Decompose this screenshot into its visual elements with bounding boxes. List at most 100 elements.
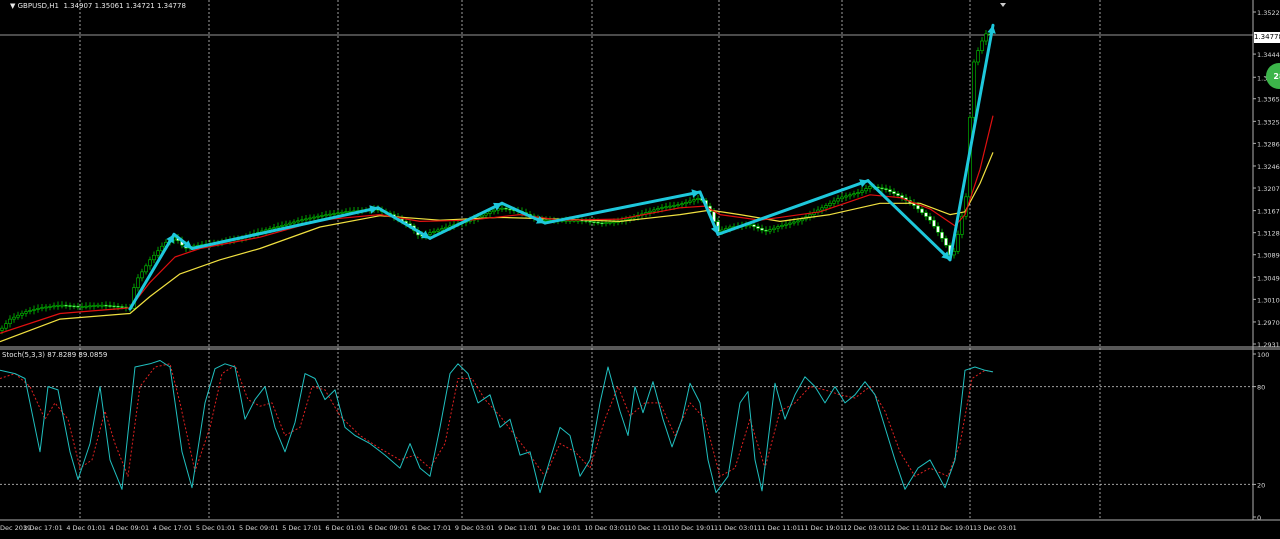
stoch-tick-label: 20	[1257, 481, 1265, 489]
candle-body	[144, 265, 148, 273]
candle-body	[48, 306, 52, 308]
y-tick-label: 1.30100	[1257, 296, 1280, 304]
candle-body	[920, 208, 924, 213]
candle-body	[768, 229, 772, 232]
symbol-label: GBPUSD,H1	[17, 2, 59, 10]
candle-body	[104, 304, 108, 307]
candle-body	[672, 205, 676, 207]
candle-body	[492, 209, 496, 213]
candle-body	[500, 207, 504, 210]
x-tick-label: 5 Dec 17:01	[282, 524, 322, 532]
candle-body	[344, 211, 348, 213]
candle-body	[4, 323, 8, 329]
candle-body	[984, 33, 988, 42]
candle-body	[612, 221, 616, 224]
candle-body	[600, 222, 604, 225]
candle-body	[56, 304, 60, 307]
chart-header-symbol: ▼ GBPUSD,H1 1.34907 1.35061 1.34721 1.34…	[10, 2, 186, 10]
x-tick-label: 6 Dec 01:01	[325, 524, 365, 532]
candle-body	[100, 304, 104, 307]
candle-body	[60, 304, 64, 307]
candle-body	[316, 215, 320, 218]
candle-body	[312, 216, 316, 219]
candle-body	[300, 219, 304, 222]
candle-body	[928, 216, 932, 221]
candle-body	[980, 40, 984, 51]
candle-body	[856, 192, 860, 194]
candle-body	[120, 306, 124, 308]
candle-body	[628, 217, 632, 220]
candle-body	[896, 193, 900, 196]
candle-body	[16, 314, 20, 318]
candle-body	[688, 200, 692, 203]
candle-body	[764, 229, 768, 232]
candle-body	[592, 221, 596, 223]
candle-body	[96, 304, 100, 307]
y-tick-label: 1.32460	[1257, 163, 1280, 171]
candle-body	[72, 305, 76, 308]
candle-body	[148, 259, 152, 267]
candle-body	[668, 205, 672, 208]
candle-body	[888, 189, 892, 192]
y-tick-label: 1.33650	[1257, 96, 1280, 104]
x-tick-label: 9 Dec 11:01	[498, 524, 538, 532]
x-tick-label: 10 Dec 11:01	[628, 524, 672, 532]
candle-body	[940, 231, 944, 239]
x-tick-label: 13 Dec 03:01	[973, 524, 1017, 532]
candle-body	[484, 213, 488, 216]
candle-body	[604, 222, 608, 224]
candle-body	[588, 220, 592, 223]
candle-body	[844, 195, 848, 198]
y-tick-label: 1.35220	[1257, 9, 1280, 17]
candle-body	[440, 228, 444, 231]
candle-body	[840, 196, 844, 200]
candle-body	[84, 305, 88, 308]
candle-body	[916, 205, 920, 210]
ma-yellow-line	[0, 152, 994, 343]
candle-body	[752, 224, 756, 227]
candle-body	[820, 207, 824, 211]
candle-body	[864, 188, 868, 192]
candle-body	[12, 316, 16, 320]
x-tick-label: 9 Dec 03:01	[455, 524, 495, 532]
candle-body	[924, 212, 928, 217]
y-tick-label: 1.32070	[1257, 185, 1280, 193]
x-tick-label: 3 Dec 17:01	[23, 524, 63, 532]
x-tick-label: 11 Dec 11:01	[757, 524, 801, 532]
candle-body	[976, 50, 980, 63]
candles-group	[0, 29, 992, 335]
candle-body	[24, 311, 28, 314]
candle-body	[676, 204, 680, 207]
candle-body	[780, 225, 784, 227]
candle-body	[944, 238, 948, 246]
x-tick-label: 4 Dec 01:01	[66, 524, 106, 532]
y-tick-label: 1.34440	[1257, 51, 1280, 59]
candle-body	[296, 220, 300, 223]
candle-body	[20, 312, 24, 316]
zigzag-segment	[376, 206, 432, 240]
candle-body	[760, 228, 764, 231]
zigzag-segment	[866, 179, 952, 262]
candle-body	[848, 194, 852, 197]
candle-body	[436, 229, 440, 232]
candle-body	[288, 222, 292, 225]
x-tick-label: 5 Dec 01:01	[196, 524, 236, 532]
x-tick-label: 6 Dec 17:01	[412, 524, 452, 532]
x-tick-label: 11 Dec 19:01	[800, 524, 844, 532]
candle-body	[828, 202, 832, 206]
candle-body	[504, 207, 508, 210]
candle-body	[336, 212, 340, 215]
candle-body	[880, 187, 884, 190]
candle-body	[428, 232, 432, 235]
candle-body	[0, 327, 4, 331]
dropdown-triangle-icon[interactable]: ▼	[10, 2, 15, 10]
stoch-header: Stoch(5,3,3) 87.8289 89.0859	[2, 351, 107, 359]
candle-body	[692, 199, 696, 202]
candle-body	[156, 250, 160, 256]
candle-body	[772, 227, 776, 230]
x-tick-label: 10 Dec 03:01	[584, 524, 628, 532]
candle-body	[68, 305, 72, 307]
candle-body	[152, 254, 156, 261]
candle-body	[36, 308, 40, 310]
candle-body	[972, 61, 976, 118]
